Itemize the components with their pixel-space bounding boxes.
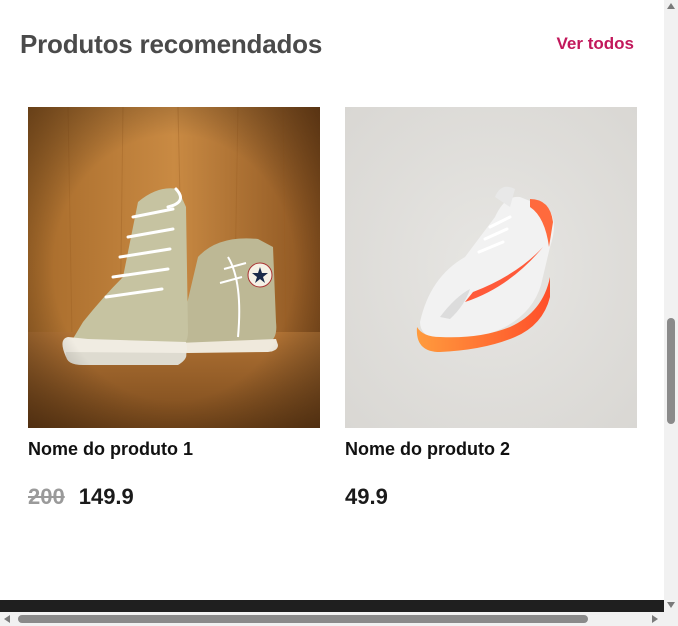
product-prices: 49.9 [345, 484, 637, 510]
product-price: 149.9 [78, 484, 134, 509]
horizontal-scroll-thumb[interactable] [18, 615, 588, 623]
vertical-scrollbar[interactable] [664, 0, 678, 612]
sneaker-photo-1 [28, 107, 320, 428]
page: Produtos recomendados Ver todos Nome do … [0, 0, 664, 600]
scroll-down-icon[interactable] [667, 602, 675, 608]
product-card[interactable]: Nome do produto 2 49.9 [345, 107, 637, 510]
scroll-up-icon[interactable] [667, 3, 675, 9]
product-name[interactable]: Nome do produto 1 [28, 438, 320, 460]
sneaker-photo-2 [345, 107, 637, 428]
horizontal-scrollbar[interactable] [0, 612, 678, 626]
product-name[interactable]: Nome do produto 2 [345, 438, 637, 460]
product-list: Nome do produto 1 200 149.9 Nome do prod… [28, 107, 637, 510]
see-all-link[interactable]: Ver todos [557, 34, 634, 54]
product-old-price: 200 [28, 484, 65, 509]
section-title: Produtos recomendados [20, 28, 323, 59]
scroll-right-icon[interactable] [652, 615, 658, 623]
product-image[interactable] [28, 107, 320, 428]
scroll-left-icon[interactable] [4, 615, 10, 623]
section-header: Produtos recomendados Ver todos [20, 26, 634, 62]
vertical-scroll-thumb[interactable] [667, 318, 675, 424]
bottom-dark-bar [0, 600, 664, 612]
product-image[interactable] [345, 107, 637, 428]
product-prices: 200 149.9 [28, 484, 320, 510]
product-price: 49.9 [345, 484, 388, 509]
product-card[interactable]: Nome do produto 1 200 149.9 [28, 107, 320, 510]
